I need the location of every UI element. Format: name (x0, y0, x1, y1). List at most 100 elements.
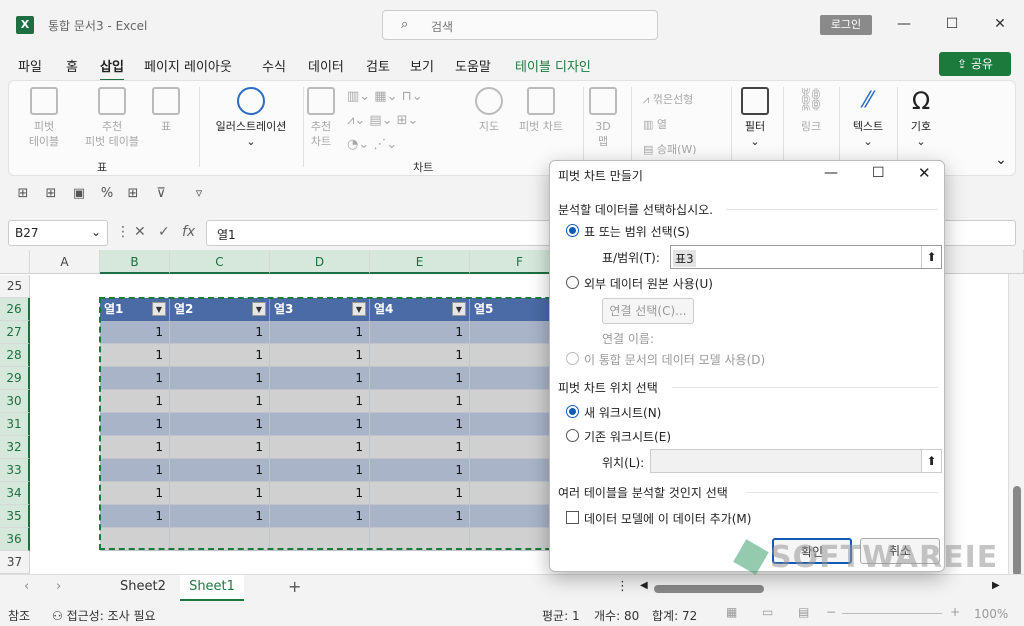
recommended-pivot-button[interactable]: 추천 피벗 테이블 (75, 87, 149, 149)
col-header[interactable]: A (30, 250, 100, 274)
cancel-icon[interactable]: ✕ (134, 224, 146, 240)
normal-view-icon[interactable]: ▦ (726, 605, 737, 619)
row-header[interactable]: 26 (0, 298, 30, 321)
next-sheet-icon[interactable]: › (56, 579, 61, 594)
tab-insert[interactable]: 삽입 (100, 56, 124, 81)
link-button[interactable]: ⛓ 링크 (793, 87, 829, 134)
scroll-thumb[interactable] (654, 585, 764, 593)
tab-data[interactable]: 데이터 (308, 56, 344, 75)
close-icon[interactable]: ✕ (918, 164, 931, 182)
maximize-button[interactable]: ☐ (940, 12, 964, 36)
radio-data-model[interactable] (566, 352, 579, 365)
divider (672, 387, 938, 388)
row-header[interactable]: 33 (0, 459, 30, 482)
sparkline-line-button[interactable]: ⩘ 꺾은선형 (643, 87, 723, 112)
row-header[interactable]: 35 (0, 505, 30, 528)
horizontal-scrollbar[interactable]: ◀ ▶ (640, 580, 1000, 595)
map-button[interactable]: 지도 (475, 87, 503, 134)
close-window-button[interactable]: ✕ (988, 12, 1012, 36)
sheet-tab[interactable]: Sheet2 (120, 579, 166, 594)
row-header[interactable]: 36 (0, 528, 30, 551)
login-button[interactable]: 로그인 (820, 15, 872, 35)
row-header[interactable]: 30 (0, 390, 30, 413)
table-icon[interactable]: ⊞ (14, 186, 32, 204)
tab-review[interactable]: 검토 (366, 56, 390, 75)
enter-icon[interactable]: ✓ (158, 224, 170, 240)
select-all-corner[interactable] (0, 250, 30, 274)
percent-icon[interactable]: % (98, 186, 116, 204)
accessibility-status[interactable]: ⚇ 접근성: 조사 필요 (52, 607, 156, 624)
scroll-right-icon[interactable]: ▶ (992, 580, 1000, 591)
page-break-icon[interactable]: ▤ (798, 605, 809, 619)
col-header[interactable]: C (170, 250, 270, 274)
radio-external[interactable] (566, 276, 579, 289)
add-to-model-checkbox[interactable] (566, 511, 579, 524)
pivot-chart-button[interactable]: 피벗 차트 (509, 87, 573, 134)
col-header[interactable]: B (100, 250, 170, 274)
filter-button[interactable]: 필터 ⌄ (737, 87, 773, 149)
recommended-pivot-icon (98, 87, 126, 115)
filter-icon[interactable]: ⊽ (152, 186, 170, 204)
search-box[interactable]: ⌕ 검색 (382, 10, 658, 40)
row-header[interactable]: 29 (0, 367, 30, 390)
grid-icon[interactable]: ⊞ (42, 186, 60, 204)
sparkline-line-icon: ⩘ (643, 93, 653, 106)
row-header[interactable]: 27 (0, 321, 30, 344)
customize-icon[interactable]: ▿ (190, 186, 208, 204)
sparkline-column-button[interactable]: ▥ 열 (643, 112, 723, 137)
tab-table-design[interactable]: 테이블 디자인 (515, 56, 591, 75)
function-icon[interactable]: fx (182, 224, 195, 240)
minimize-button[interactable]: — (892, 12, 916, 36)
freeze-icon[interactable]: ▣ (70, 186, 88, 204)
symbol-button[interactable]: Ω 기호 ⌄ (903, 87, 939, 149)
prev-sheet-icon[interactable]: ‹ (24, 579, 29, 594)
row-header[interactable]: 34 (0, 482, 30, 505)
row-header[interactable]: 28 (0, 344, 30, 367)
radio-new-sheet[interactable] (566, 405, 579, 418)
recommended-chart-button[interactable]: 추천 차트 (307, 87, 335, 149)
table-button[interactable]: 표 (149, 87, 183, 134)
3d-map-button[interactable]: 3D 맵 (587, 87, 619, 149)
col-header[interactable]: E (370, 250, 470, 274)
pivot-table-button[interactable]: 피벗 테이블 (21, 87, 67, 149)
scroll-thumb[interactable] (1013, 486, 1021, 576)
tab-formulas[interactable]: 수식 (262, 56, 286, 75)
name-box[interactable]: B27 ⌄ (8, 220, 108, 246)
share-button[interactable]: ⇪ 공유 (939, 52, 1011, 76)
illustrations-button[interactable]: 일러스트레이션 ⌄ (205, 87, 297, 149)
omega-icon: Ω (911, 87, 931, 115)
row-header[interactable]: 25 (0, 275, 30, 298)
collapse-dialog-icon[interactable]: ⬆ (921, 246, 941, 268)
col-header[interactable]: D (270, 250, 370, 274)
add-sheet-button[interactable]: + (288, 577, 301, 596)
row-header[interactable]: 32 (0, 436, 30, 459)
zoom-out-icon[interactable]: − (826, 605, 836, 619)
row-header[interactable]: 37 (0, 551, 30, 574)
minimize-icon[interactable]: — (824, 165, 838, 181)
range-input[interactable]: 표3 ⬆ (670, 245, 942, 269)
zoom-in-icon[interactable]: + (950, 605, 960, 619)
radio-existing-sheet[interactable] (566, 429, 579, 442)
tab-file[interactable]: 파일 (18, 56, 42, 75)
scroll-left-icon[interactable]: ◀ (640, 580, 648, 591)
zoom-slider[interactable] (842, 613, 942, 614)
text-button[interactable]: ⁄⁄ 텍스트 ⌄ (845, 87, 891, 149)
tab-help[interactable]: 도움말 (455, 56, 491, 75)
grid-icon[interactable]: ⊞ (124, 186, 142, 204)
tab-home[interactable]: 홈 (66, 56, 78, 75)
maximize-icon[interactable]: ☐ (872, 165, 885, 181)
radio-range[interactable] (566, 224, 579, 237)
page-layout-icon[interactable]: ▭ (762, 605, 773, 619)
tab-page-layout[interactable]: 페이지 레이아웃 (144, 56, 232, 75)
zoom-level[interactable]: 100% (974, 607, 1008, 621)
row-header[interactable]: 31 (0, 413, 30, 436)
collapse-dialog-icon[interactable]: ⬆ (921, 450, 941, 472)
sheet-tab-active[interactable]: Sheet1 (180, 575, 244, 601)
vertical-scrollbar[interactable] (1008, 274, 1024, 576)
tab-view[interactable]: 보기 (410, 56, 434, 75)
chart-type-gallery[interactable]: ▥⌄ ▦⌄ ⊓⌄ ⩘⌄ ▤⌄ ⊞⌄ ◔⌄ ⋰⌄ (347, 85, 467, 157)
choose-connection-button[interactable]: 연결 선택(C)... (602, 298, 694, 324)
sparkline-winloss-button[interactable]: ▤ 승패(W) (643, 137, 723, 162)
ribbon-collapse-icon[interactable]: ⌄ (993, 153, 1009, 168)
location-input[interactable]: ⬆ (650, 449, 942, 473)
